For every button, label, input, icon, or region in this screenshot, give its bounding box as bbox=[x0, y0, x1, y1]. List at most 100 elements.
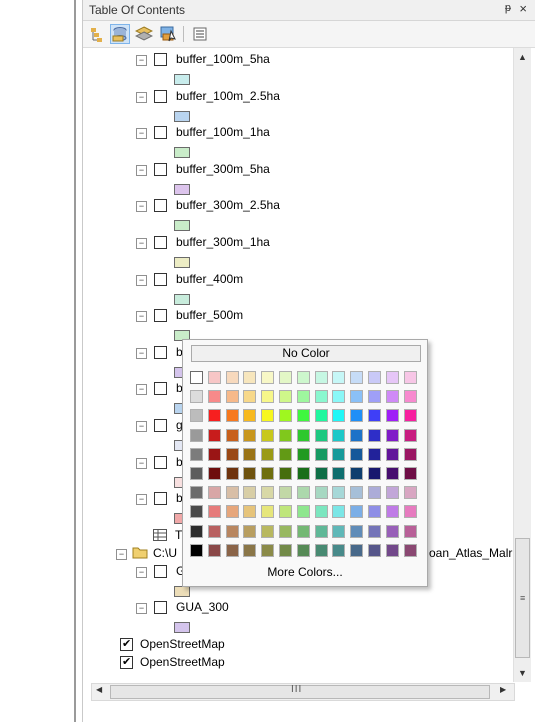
color-swatch[interactable] bbox=[403, 486, 417, 500]
layer-row[interactable]: − buffer_300m_2.5ha bbox=[136, 197, 496, 213]
color-swatch[interactable] bbox=[190, 447, 203, 461]
color-swatch[interactable] bbox=[207, 409, 221, 423]
color-swatch[interactable] bbox=[225, 371, 239, 384]
color-swatch[interactable] bbox=[403, 467, 417, 480]
collapse-toggle[interactable]: − bbox=[136, 128, 147, 139]
color-swatch[interactable] bbox=[207, 524, 221, 538]
vertical-scrollbar[interactable]: ▲ ≡ ▼ bbox=[513, 48, 531, 682]
color-swatch[interactable] bbox=[207, 467, 221, 480]
layer-visibility-checkbox[interactable] bbox=[154, 456, 167, 469]
color-swatch[interactable] bbox=[332, 486, 346, 500]
layer-symbol-swatch[interactable] bbox=[174, 147, 190, 158]
color-swatch[interactable] bbox=[279, 409, 292, 423]
color-swatch[interactable] bbox=[385, 505, 399, 519]
color-swatch[interactable] bbox=[243, 447, 257, 461]
collapse-toggle[interactable]: − bbox=[136, 165, 147, 176]
options-icon[interactable] bbox=[191, 25, 209, 43]
no-color-button[interactable]: No Color bbox=[191, 345, 421, 362]
scroll-down-icon[interactable]: ▼ bbox=[518, 668, 527, 678]
layer-visibility-checkbox[interactable] bbox=[154, 53, 167, 66]
color-swatch[interactable] bbox=[243, 467, 257, 480]
color-swatch[interactable] bbox=[332, 524, 346, 538]
layer-visibility-checkbox[interactable] bbox=[154, 126, 167, 139]
color-swatch[interactable] bbox=[314, 428, 328, 442]
horizontal-scrollbar[interactable]: ◀ III ▶ bbox=[91, 683, 515, 701]
color-swatch[interactable] bbox=[403, 371, 417, 384]
color-swatch[interactable] bbox=[296, 409, 310, 423]
layer-symbol-swatch[interactable] bbox=[174, 622, 190, 633]
layer-name[interactable]: OpenStreetMap bbox=[140, 654, 225, 670]
color-swatch[interactable] bbox=[368, 409, 381, 423]
color-swatch[interactable] bbox=[190, 486, 203, 500]
color-swatch[interactable] bbox=[296, 428, 310, 442]
layer-visibility-checkbox[interactable] bbox=[154, 309, 167, 322]
layer-symbol-swatch[interactable] bbox=[174, 74, 190, 85]
color-swatch[interactable] bbox=[279, 428, 292, 442]
color-swatch[interactable] bbox=[368, 428, 381, 442]
color-swatch[interactable] bbox=[225, 543, 239, 557]
color-swatch[interactable] bbox=[296, 371, 310, 384]
color-swatch[interactable] bbox=[332, 371, 346, 384]
layer-row[interactable]: − GUA_300 bbox=[136, 599, 496, 615]
color-swatch[interactable] bbox=[243, 486, 257, 500]
color-swatch[interactable] bbox=[314, 467, 328, 480]
layer-visibility-checkbox[interactable] bbox=[154, 565, 167, 578]
color-swatch[interactable] bbox=[368, 390, 381, 404]
collapse-toggle[interactable]: − bbox=[136, 384, 147, 395]
layer-symbol-swatch[interactable] bbox=[174, 257, 190, 268]
color-swatch[interactable] bbox=[225, 524, 239, 538]
color-swatch[interactable] bbox=[385, 447, 399, 461]
color-swatch[interactable] bbox=[350, 390, 364, 404]
scroll-right-icon[interactable]: ▶ bbox=[500, 685, 506, 694]
color-swatch[interactable] bbox=[190, 428, 203, 442]
color-swatch[interactable] bbox=[190, 524, 203, 538]
color-swatch[interactable] bbox=[314, 524, 328, 538]
color-swatch[interactable] bbox=[403, 524, 417, 538]
layer-visibility-checkbox[interactable] bbox=[154, 199, 167, 212]
color-swatch[interactable] bbox=[207, 505, 221, 519]
color-swatch[interactable] bbox=[368, 447, 381, 461]
color-swatch[interactable] bbox=[261, 467, 275, 480]
color-swatch[interactable] bbox=[225, 486, 239, 500]
color-swatch[interactable] bbox=[225, 428, 239, 442]
color-swatch[interactable] bbox=[314, 486, 328, 500]
color-swatch[interactable] bbox=[332, 505, 346, 519]
scroll-left-icon[interactable]: ◀ bbox=[96, 685, 102, 694]
layer-name[interactable]: buffer_500m bbox=[176, 307, 243, 323]
color-swatch[interactable] bbox=[350, 409, 364, 423]
layer-row[interactable]: − buffer_400m bbox=[136, 271, 496, 287]
layer-name[interactable]: buffer_400m bbox=[176, 271, 243, 287]
layer-symbol-swatch[interactable] bbox=[174, 220, 190, 231]
color-swatch[interactable] bbox=[261, 409, 275, 423]
collapse-toggle[interactable]: − bbox=[116, 549, 127, 560]
collapse-toggle[interactable]: − bbox=[136, 55, 147, 66]
color-swatch[interactable] bbox=[225, 505, 239, 519]
color-swatch[interactable] bbox=[190, 371, 203, 384]
color-swatch[interactable] bbox=[385, 371, 399, 384]
layer-row[interactable]: − buffer_100m_5ha bbox=[136, 51, 496, 67]
color-swatch[interactable] bbox=[403, 409, 417, 423]
layer-visibility-checkbox[interactable] bbox=[154, 163, 167, 176]
folder-path-start[interactable]: C:\U bbox=[153, 545, 177, 561]
layer-row[interactable]: − buffer_100m_1ha bbox=[136, 124, 496, 140]
color-swatch[interactable] bbox=[385, 467, 399, 480]
layer-symbol-swatch[interactable] bbox=[174, 586, 190, 597]
color-swatch[interactable] bbox=[314, 371, 328, 384]
collapse-toggle[interactable]: − bbox=[136, 275, 147, 286]
color-swatch[interactable] bbox=[207, 428, 221, 442]
layer-visibility-checkbox[interactable] bbox=[154, 273, 167, 286]
color-swatch[interactable] bbox=[207, 543, 221, 557]
color-swatch[interactable] bbox=[190, 467, 203, 480]
color-swatch[interactable] bbox=[350, 505, 364, 519]
layer-symbol-swatch[interactable] bbox=[174, 111, 190, 122]
collapse-toggle[interactable]: − bbox=[136, 348, 147, 359]
color-swatch[interactable] bbox=[332, 467, 346, 480]
color-swatch[interactable] bbox=[314, 390, 328, 404]
color-swatch[interactable] bbox=[225, 409, 239, 423]
close-icon[interactable]: × bbox=[519, 1, 527, 16]
collapse-toggle[interactable]: − bbox=[136, 494, 147, 505]
color-swatch[interactable] bbox=[385, 486, 399, 500]
color-swatch[interactable] bbox=[279, 371, 292, 384]
layer-name[interactable]: buffer_300m_2.5ha bbox=[176, 197, 280, 213]
layer-visibility-checkbox[interactable] bbox=[154, 236, 167, 249]
